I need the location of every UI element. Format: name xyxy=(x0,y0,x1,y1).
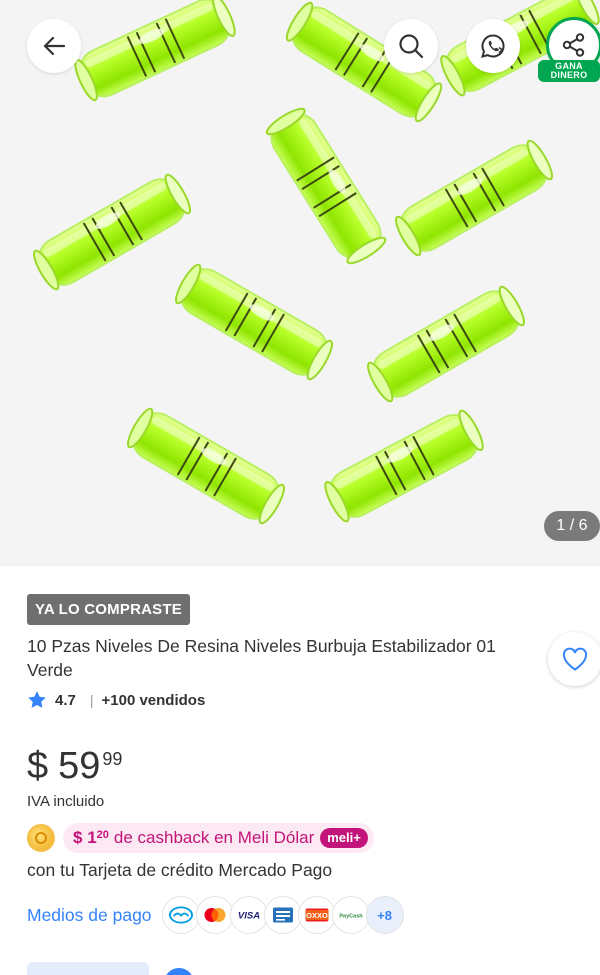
oxxo-label: OXXO xyxy=(306,911,328,920)
back-button[interactable] xyxy=(27,19,81,73)
level-vial xyxy=(319,405,489,527)
payment-methods-link[interactable]: Medios de pago xyxy=(27,905,152,926)
payment-methods[interactable]: Medios de pago VISA OXXO PayCash +8 xyxy=(27,896,404,934)
level-vial xyxy=(261,102,391,270)
rating-separator: | xyxy=(89,692,94,708)
share-icon xyxy=(562,33,585,57)
cashback-amount: $ 120 xyxy=(73,828,109,848)
cashback-currency: $ xyxy=(73,828,83,847)
tax-note: IVA incluido xyxy=(27,793,105,810)
earn-badge-line-2: DINERO xyxy=(550,70,588,80)
level-vial xyxy=(121,403,291,529)
bottom-section-icon[interactable] xyxy=(164,968,194,975)
cashback-pill: $ 120 de cashback en Meli Dólar meli+ xyxy=(63,823,374,853)
product-gallery[interactable]: GANA DINERO 1 / 6 xyxy=(0,0,600,566)
visa-icon: VISA xyxy=(229,896,268,934)
sold-count: +100 vendidos xyxy=(101,691,206,709)
level-vial xyxy=(69,0,241,106)
payment-icons[interactable]: VISA OXXO PayCash +8 xyxy=(161,896,404,934)
cashback-text: de cashback en Meli Dólar xyxy=(113,828,315,847)
mercado-pago-icon xyxy=(161,896,200,934)
product-title: 10 Pzas Niveles De Resina Niveles Burbuj… xyxy=(27,636,496,680)
mastercard-icon xyxy=(195,896,234,934)
meli-plus-badge: meli+ xyxy=(320,828,368,848)
earn-money-badge[interactable]: GANA DINERO xyxy=(538,60,600,82)
heart-icon xyxy=(562,647,588,671)
level-vial xyxy=(389,135,559,261)
search-icon xyxy=(399,34,424,59)
more-payment-methods[interactable]: +8 xyxy=(365,896,404,934)
favorite-button[interactable] xyxy=(548,632,600,686)
oxxo-icon: OXXO xyxy=(297,896,336,934)
price-amount: 59 xyxy=(58,745,101,787)
price: $ 59 99 xyxy=(27,744,122,788)
paycash-icon: PayCash xyxy=(331,896,370,934)
purchased-badge: YA LO COMPRASTE xyxy=(27,594,190,625)
whatsapp-share-button[interactable] xyxy=(466,19,520,73)
bottom-section-tab[interactable] xyxy=(27,962,149,975)
product-image[interactable] xyxy=(0,0,600,566)
price-cents: 99 xyxy=(102,749,123,769)
paycash-label: PayCash xyxy=(339,914,363,920)
cashback-amount-units: 1 xyxy=(87,828,97,847)
level-vial xyxy=(27,169,197,295)
rating-value: 4.7 xyxy=(55,691,76,709)
cashback-amount-cents: 20 xyxy=(96,829,109,841)
card-condition: con tu Tarjeta de crédito Mercado Pago xyxy=(27,860,333,880)
amex-icon xyxy=(263,896,302,934)
level-vial xyxy=(361,281,531,407)
arrow-left-icon xyxy=(43,36,66,56)
star-icon xyxy=(27,690,47,710)
level-vial xyxy=(169,259,339,385)
cashback-promo[interactable]: $ 120 de cashback en Meli Dólar meli+ xyxy=(27,823,374,853)
visa-label: VISA xyxy=(237,911,259,922)
search-button[interactable] xyxy=(384,19,438,73)
whatsapp-icon xyxy=(481,34,505,58)
price-currency: $ xyxy=(27,745,49,787)
rating-summary[interactable]: 4.7 | +100 vendidos xyxy=(27,688,205,712)
image-counter: 1 / 6 xyxy=(544,511,600,541)
meli-dolar-coin-icon xyxy=(27,824,55,852)
